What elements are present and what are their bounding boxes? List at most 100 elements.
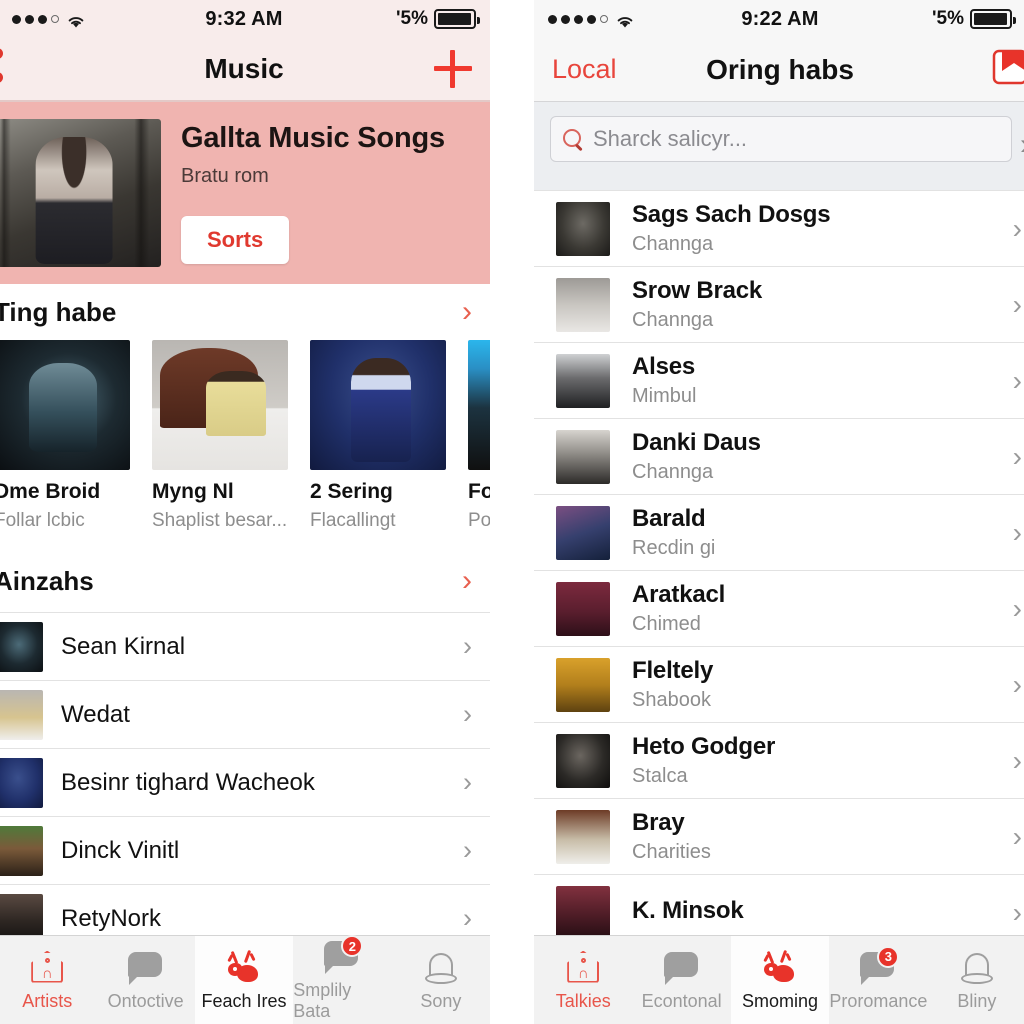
- speech-bubble-icon: [662, 949, 702, 985]
- tab-smplily-bata[interactable]: 2 Smplily Bata: [293, 935, 391, 1024]
- featured-card-artwork: [310, 340, 446, 470]
- hero-title: Gallta Music Songs: [181, 122, 445, 154]
- tab-label: Talkies: [555, 990, 611, 1011]
- table-row[interactable]: Aratkacl Chimed ›: [534, 570, 1024, 646]
- row-title: Sags Sach Dosgs: [632, 201, 831, 228]
- table-row[interactable]: Sags Sach Dosgs Channga ›: [534, 190, 1024, 266]
- chevron-right-icon: ›: [1012, 288, 1022, 320]
- house-icon: ∩: [563, 949, 603, 985]
- right-status-time: 9:22 AM: [741, 7, 819, 30]
- featured-card[interactable]: 2 Sering Flacallingt: [310, 340, 446, 532]
- tab-sony[interactable]: Sony: [392, 936, 490, 1024]
- tab-label: Feach Ires: [201, 990, 287, 1011]
- tab-econtonal[interactable]: Econtonal: [632, 936, 730, 1024]
- bookmark-icon: [990, 47, 1024, 92]
- tab-bliny[interactable]: Bliny: [928, 936, 1024, 1024]
- tab-smoming[interactable]: Smoming: [730, 936, 830, 1024]
- featured-section-title: Ting habe: [0, 296, 117, 327]
- sorts-button[interactable]: Sorts: [181, 216, 290, 264]
- chevron-right-icon[interactable]: ›: [462, 297, 472, 327]
- tab-proromance[interactable]: 3 Proromance: [829, 936, 927, 1024]
- row-subtitle: Mimbul: [632, 385, 697, 407]
- tab-artists[interactable]: ∩ Artists: [0, 936, 96, 1024]
- right-nav-bar: Local Oring habs: [534, 38, 1024, 102]
- add-button[interactable]: [434, 50, 472, 88]
- featured-card-meta: Flacallingt: [310, 510, 396, 531]
- table-row[interactable]: Heto Godger Stalca ›: [534, 722, 1024, 798]
- tab-label: Artists: [22, 990, 73, 1011]
- chevron-right-icon: ›: [1012, 212, 1022, 244]
- right-status-bar: 9:22 AM '5%: [534, 0, 1024, 38]
- row-subtitle: Channga: [632, 461, 714, 483]
- row-title: Aratkacl: [632, 581, 726, 608]
- hero-banner[interactable]: Gallta Music Songs Bratu rom Sorts: [0, 102, 490, 284]
- bell-icon: [957, 949, 997, 985]
- battery-icon: [970, 9, 1016, 29]
- bell-icon: [421, 949, 461, 985]
- table-row[interactable]: Danki Daus Channga ›: [534, 418, 1024, 494]
- row-subtitle: Stalca: [632, 765, 688, 787]
- tab-ontoctive[interactable]: Ontoctive: [96, 936, 194, 1024]
- featured-carousel[interactable]: Dme Broid Follar lcbic Myng Nl Shaplist bes…: [0, 340, 490, 550]
- row-subtitle: Charities: [632, 841, 711, 863]
- back-button[interactable]: Local: [552, 54, 617, 85]
- list-item[interactable]: Dinck Vinitl ›: [0, 816, 490, 884]
- speech-bubble-icon: 3: [858, 945, 900, 985]
- bookmark-button[interactable]: [990, 47, 1024, 92]
- featured-section-header[interactable]: Ting habe ›: [0, 284, 490, 340]
- avatar: [0, 621, 43, 672]
- tab-label: Ontoctive: [107, 990, 184, 1011]
- chevron-right-icon: ›: [1012, 820, 1022, 852]
- row-title: Danki Daus: [632, 429, 761, 456]
- hero-subtitle: Bratu rom: [181, 165, 269, 187]
- plus-icon: [434, 50, 472, 88]
- row-title: Barald: [632, 505, 706, 532]
- featured-card[interactable]: Myng Nl Shaplist besar...: [152, 340, 288, 532]
- table-row[interactable]: Alses Mimbul ›: [534, 342, 1024, 418]
- chevron-right-icon: ›: [463, 699, 472, 729]
- row-title: Srow Brack: [632, 277, 763, 304]
- avatar: [556, 505, 610, 560]
- artists-section-header[interactable]: Ainzahs ›: [0, 550, 490, 612]
- tab-label: Econtonal: [641, 990, 722, 1011]
- tab-label: Sony: [420, 990, 462, 1011]
- list-item[interactable]: Besinr tighard Wacheok ›: [0, 748, 490, 816]
- featured-card-artwork: [468, 340, 490, 470]
- featured-card[interactable]: Fo Po: [468, 340, 490, 532]
- list-item[interactable]: Wedat ›: [0, 680, 490, 748]
- avatar: [556, 201, 610, 256]
- row-title: Bray: [632, 809, 685, 836]
- chevron-right-icon[interactable]: ›: [1020, 128, 1024, 162]
- featured-card-artwork: [152, 340, 288, 470]
- search-input[interactable]: Sharck salicyr...: [550, 116, 1012, 162]
- notification-badge: 3: [877, 945, 900, 968]
- table-row[interactable]: Bray Charities ›: [534, 798, 1024, 874]
- artists-section-title: Ainzahs: [0, 565, 94, 596]
- avatar: [556, 277, 610, 332]
- chevron-right-icon[interactable]: ›: [462, 566, 472, 596]
- list-item[interactable]: Sean Kirnal ›: [0, 612, 490, 680]
- list-item-label: RetyNork: [61, 904, 162, 932]
- search-placeholder: Sharck salicyr...: [593, 126, 748, 151]
- avatar: [556, 733, 610, 788]
- tab-talkies[interactable]: ∩ Talkies: [534, 936, 632, 1024]
- contacts-list: Sags Sach Dosgs Channga › Srow Brack Channga…: [534, 190, 1024, 950]
- table-row[interactable]: Barald Recdin gi ›: [534, 494, 1024, 570]
- featured-card-artwork: [0, 340, 130, 470]
- table-row[interactable]: Srow Brack Channga ›: [534, 266, 1024, 342]
- row-text-block: Bray Charities: [632, 809, 711, 864]
- featured-card-title: 2 Sering: [310, 480, 393, 503]
- chevron-right-icon: ›: [1012, 516, 1022, 548]
- featured-card[interactable]: Dme Broid Follar lcbic: [0, 340, 130, 532]
- table-row[interactable]: Fleltely Shabook ›: [534, 646, 1024, 722]
- chevron-right-icon: ›: [463, 767, 472, 797]
- clipped-left-icon[interactable]: [0, 48, 6, 96]
- page-title: Music: [204, 53, 284, 84]
- hero-text-block: Gallta Music Songs Bratu rom Sorts: [161, 122, 445, 264]
- tab-feach-ires[interactable]: Feach Ires: [194, 936, 294, 1024]
- list-item-label: Besinr tighard Wacheok: [61, 768, 315, 796]
- row-subtitle: Chimed: [632, 613, 701, 635]
- avatar: [0, 689, 43, 740]
- left-nav-bar: Music: [0, 38, 490, 102]
- right-phone-panel: 9:22 AM '5% Local Oring habs Sharck sali…: [534, 0, 1024, 1024]
